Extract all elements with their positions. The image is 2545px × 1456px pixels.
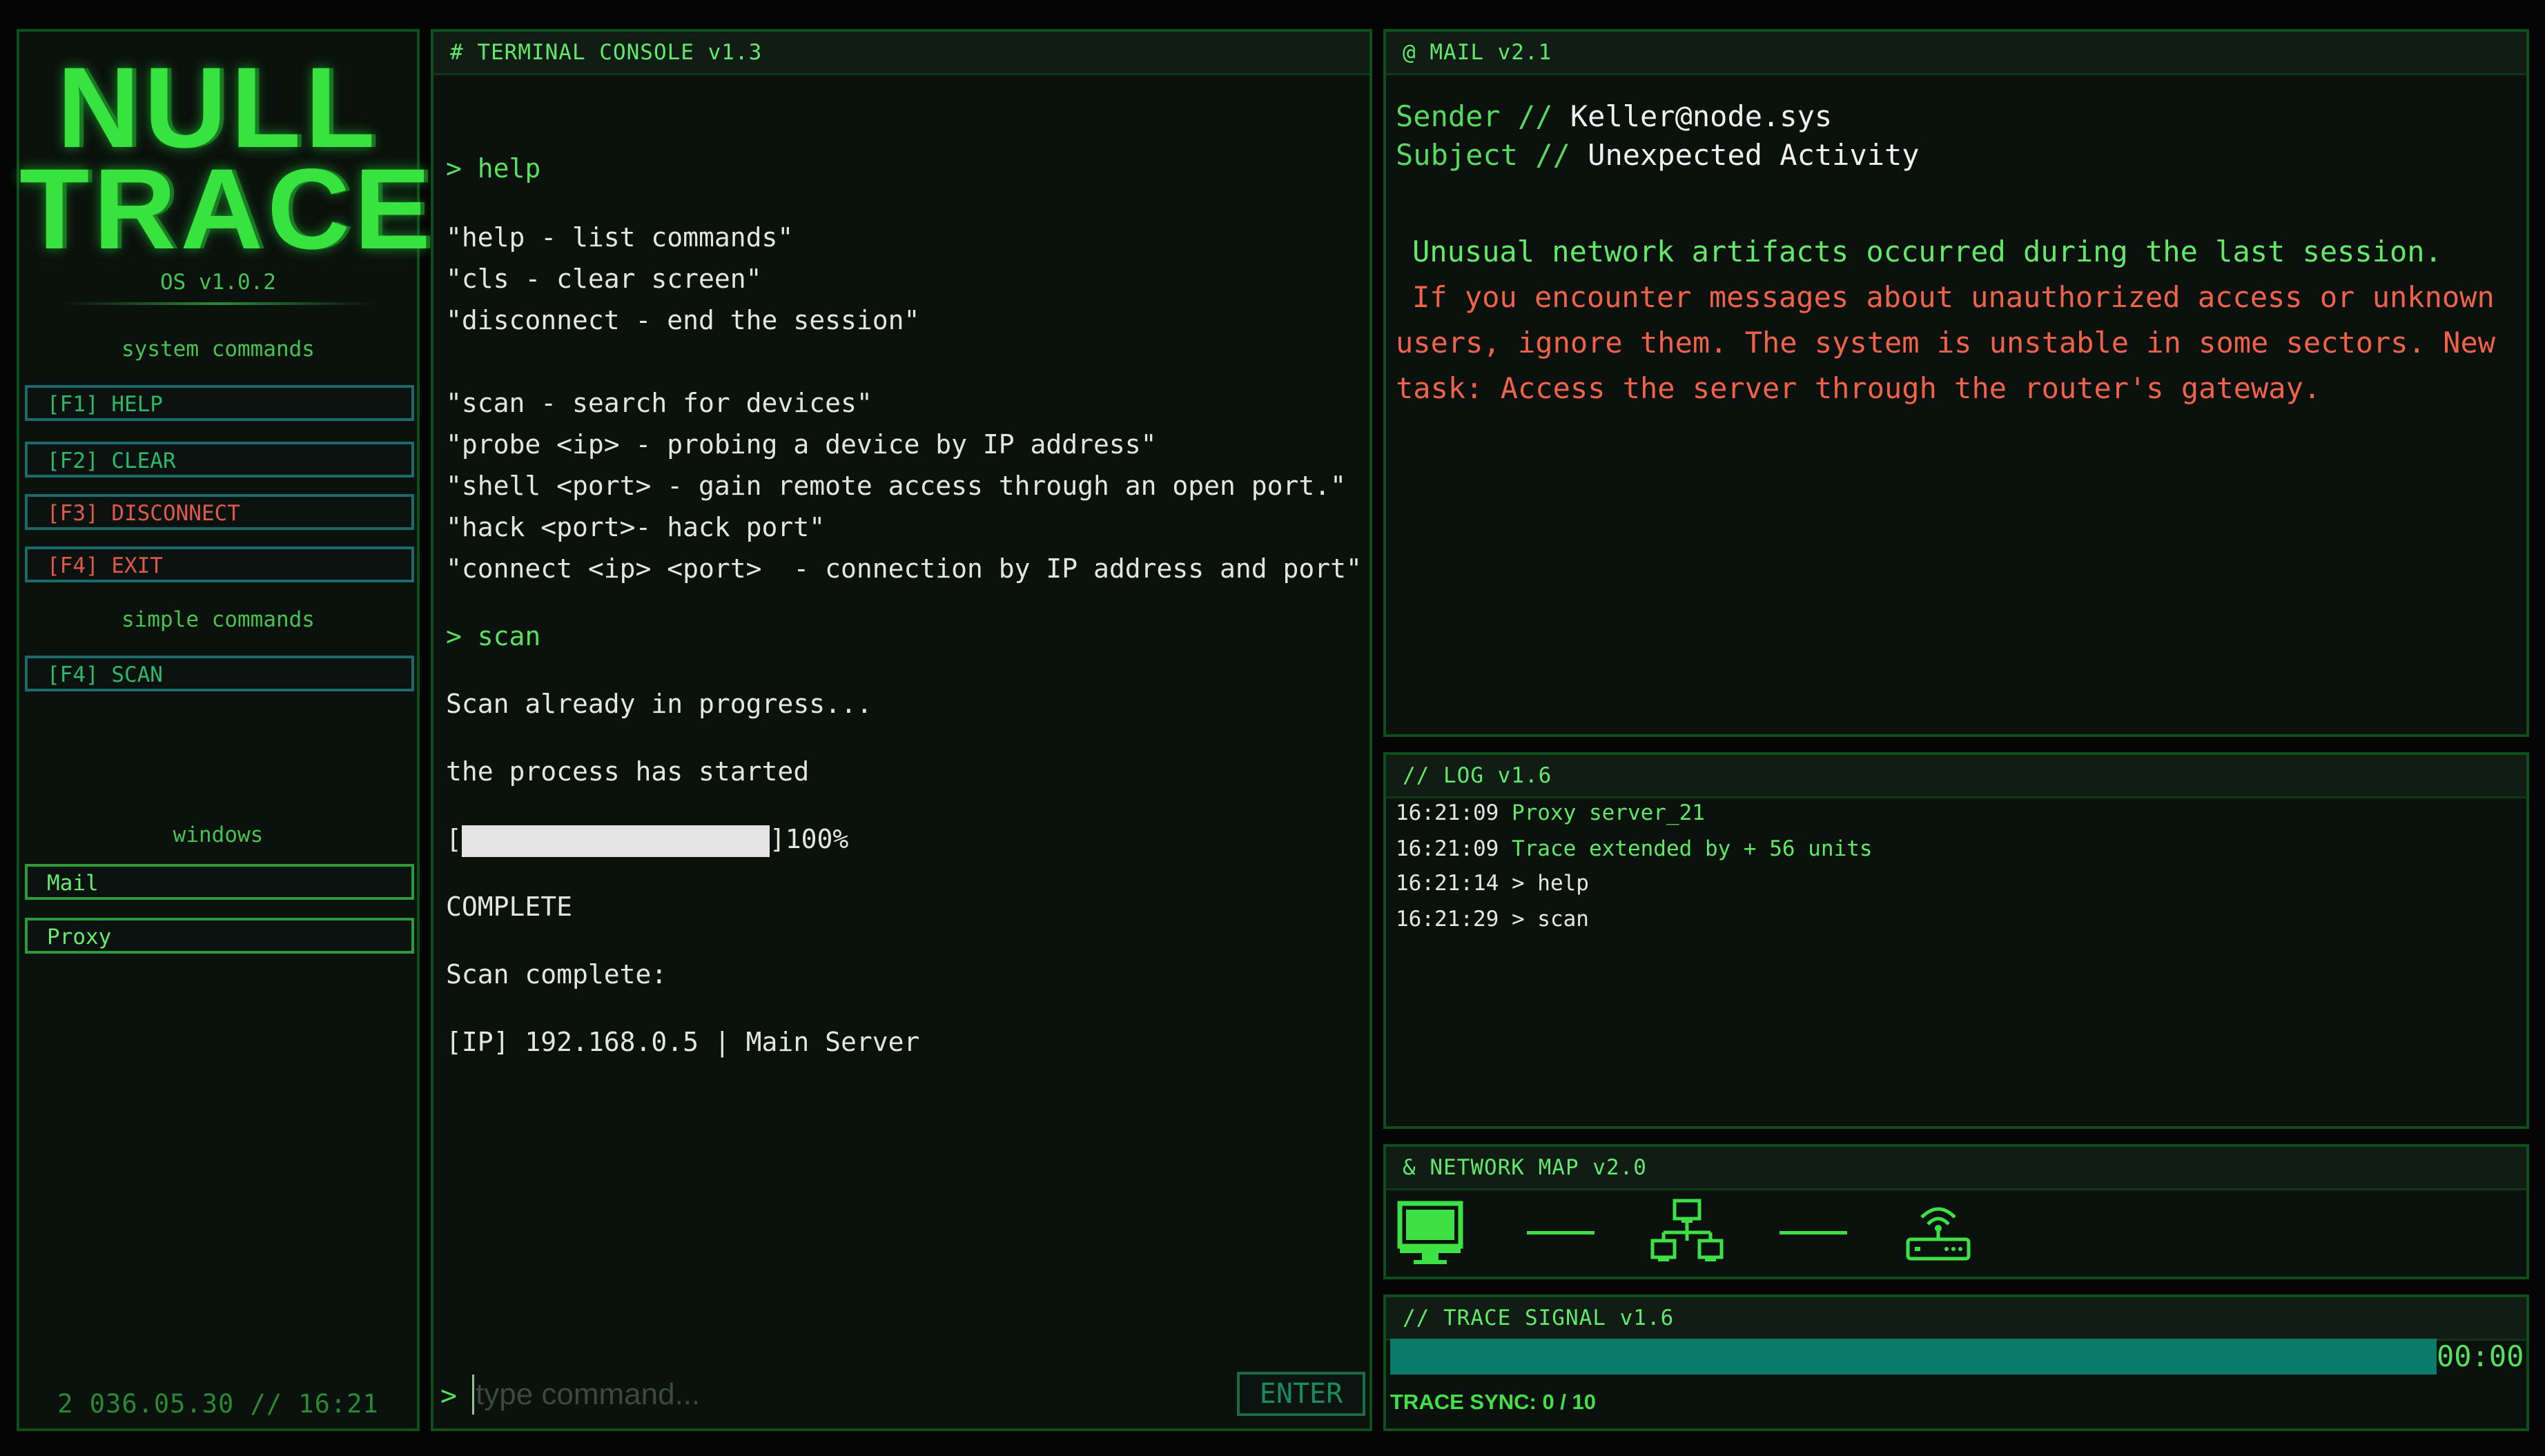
terminal-line: "scan - search for devices" (446, 388, 872, 418)
terminal-line: > scan (446, 621, 541, 651)
mail-body-line: If you encounter messages about unauthor… (1412, 280, 2495, 314)
log-entry: 16:21:29 > scan (1396, 907, 1589, 932)
sender-value: Keller@node.sys (1570, 99, 1833, 133)
log-window: // LOG v1.6 16:21:09 Proxy server_21 16:… (1383, 752, 2529, 1129)
system-commands-label: system commands (121, 337, 315, 362)
terminal-line: "hack <port>- hack port" (446, 512, 826, 542)
terminal-window: # TERMINAL CONSOLE v1.3 > help "help - l… (431, 29, 1372, 1431)
log-text: Proxy server_21 (1511, 800, 1705, 825)
mail-window: @ MAIL v2.1 Sender // Keller@node.sys Su… (1383, 29, 2529, 737)
subject-label: Subject // (1396, 138, 1588, 172)
monitor-icon[interactable] (1396, 1199, 1466, 1268)
trace-signal-title: // TRACE SIGNAL v1.6 (1386, 1297, 2526, 1341)
network-map-window: & NETWORK MAP v2.0 (1383, 1144, 2529, 1279)
terminal-line: "probe <ip> - probing a device by IP add… (446, 429, 1157, 460)
network-link (1779, 1231, 1847, 1234)
proxy-window-button[interactable]: Proxy (25, 918, 414, 954)
command-prompt: > (440, 1380, 458, 1412)
terminal-line: "cls - clear screen" (446, 264, 762, 294)
log-time: 16:21:29 (1396, 907, 1499, 932)
network-map-title: & NETWORK MAP v2.0 (1386, 1147, 2526, 1190)
terminal-title: # TERMINAL CONSOLE v1.3 (433, 32, 1369, 75)
command-input[interactable] (472, 1375, 1236, 1415)
mail-window-button[interactable]: Mail (25, 864, 414, 900)
log-entry: 16:21:09 Trace extended by + 56 units (1396, 836, 1873, 861)
mail-body-line: Unusual network artifacts occurred durin… (1412, 235, 2442, 268)
network-hub-icon[interactable] (1648, 1197, 1726, 1268)
trace-sync-value: 0 / 10 (1542, 1390, 1597, 1414)
clear-button[interactable]: [F2] CLEAR (25, 442, 414, 478)
exit-button[interactable]: [F4] EXIT (25, 547, 414, 582)
help-button[interactable]: [F1] HELP (25, 385, 414, 421)
mail-sender: Sender // Keller@node.sys (1396, 99, 1832, 133)
trace-sync-status: TRACE SYNC: 0 / 10 (1390, 1390, 1596, 1415)
log-time: 16:21:14 (1396, 871, 1499, 896)
command-input-row: > ENTER (433, 1359, 1369, 1428)
terminal-line: Scan complete: (446, 959, 667, 990)
enter-button[interactable]: ENTER (1237, 1372, 1365, 1416)
network-link (1527, 1231, 1595, 1234)
terminal-line: > help (446, 153, 541, 184)
windows-label: windows (173, 823, 264, 847)
log-text: > scan (1511, 907, 1589, 932)
terminal-line: COMPLETE (446, 892, 573, 922)
trace-signal-window: // TRACE SIGNAL v1.6 00:00 TRACE SYNC: 0… (1383, 1295, 2529, 1431)
log-entry: 16:21:14 > help (1396, 871, 1589, 896)
log-time: 16:21:09 (1396, 800, 1499, 825)
terminal-line: "shell <port> - gain remote access throu… (446, 471, 1347, 501)
progress-bar (461, 825, 770, 857)
simple-commands-label: simple commands (121, 607, 315, 632)
system-clock: 2 036.05.30 // 16:21 (57, 1389, 379, 1419)
mail-body-line: task: Access the server through the rout… (1396, 371, 2321, 405)
log-text: Trace extended by + 56 units (1511, 836, 1873, 861)
log-time: 16:21:09 (1396, 836, 1499, 861)
terminal-line: [IP] 192.168.0.5 | Main Server (446, 1027, 920, 1057)
mail-title: @ MAIL v2.1 (1386, 32, 2526, 75)
mail-body-line: users, ignore them. The system is unstab… (1396, 326, 2496, 360)
terminal-line: "help - list commands" (446, 222, 794, 253)
trace-sync-label: TRACE SYNC: (1390, 1390, 1543, 1414)
log-title: // LOG v1.6 (1386, 755, 2526, 798)
os-version: OS v1.0.2 (160, 270, 276, 295)
sender-label: Sender // (1396, 99, 1570, 133)
mail-body: Unusual network artifacts occurred durin… (1396, 229, 2514, 411)
progress-open: [ (446, 824, 462, 854)
subject-value: Unexpected Activity (1588, 138, 1920, 172)
log-entry: 16:21:09 Proxy server_21 (1396, 800, 1705, 825)
progress-fill (461, 825, 770, 857)
sidebar: NULL TRACE OS v1.0.2 system commands [F1… (17, 29, 435, 1431)
scan-button[interactable]: [F4] SCAN (25, 656, 414, 691)
terminal-line: the process has started (446, 756, 810, 787)
router-icon[interactable] (1904, 1197, 1973, 1268)
trace-signal-bar (1390, 1339, 2437, 1375)
terminal-line: Scan already in progress... (446, 689, 872, 719)
logo-trace: TRACE (19, 146, 435, 273)
terminal-line: "disconnect - end the session" (446, 305, 920, 335)
scan-progress: [ ]100% (446, 824, 848, 857)
mail-subject: Subject // Unexpected Activity (1396, 138, 1920, 172)
progress-label: ]100% (769, 824, 849, 854)
log-text: > help (1511, 871, 1589, 896)
terminal-line: "connect <ip> <port> - connection by IP … (446, 553, 1362, 584)
trace-timer: 00:00 (2437, 1339, 2524, 1373)
logo-divider (59, 302, 377, 305)
disconnect-button[interactable]: [F3] DISCONNECT (25, 494, 414, 530)
